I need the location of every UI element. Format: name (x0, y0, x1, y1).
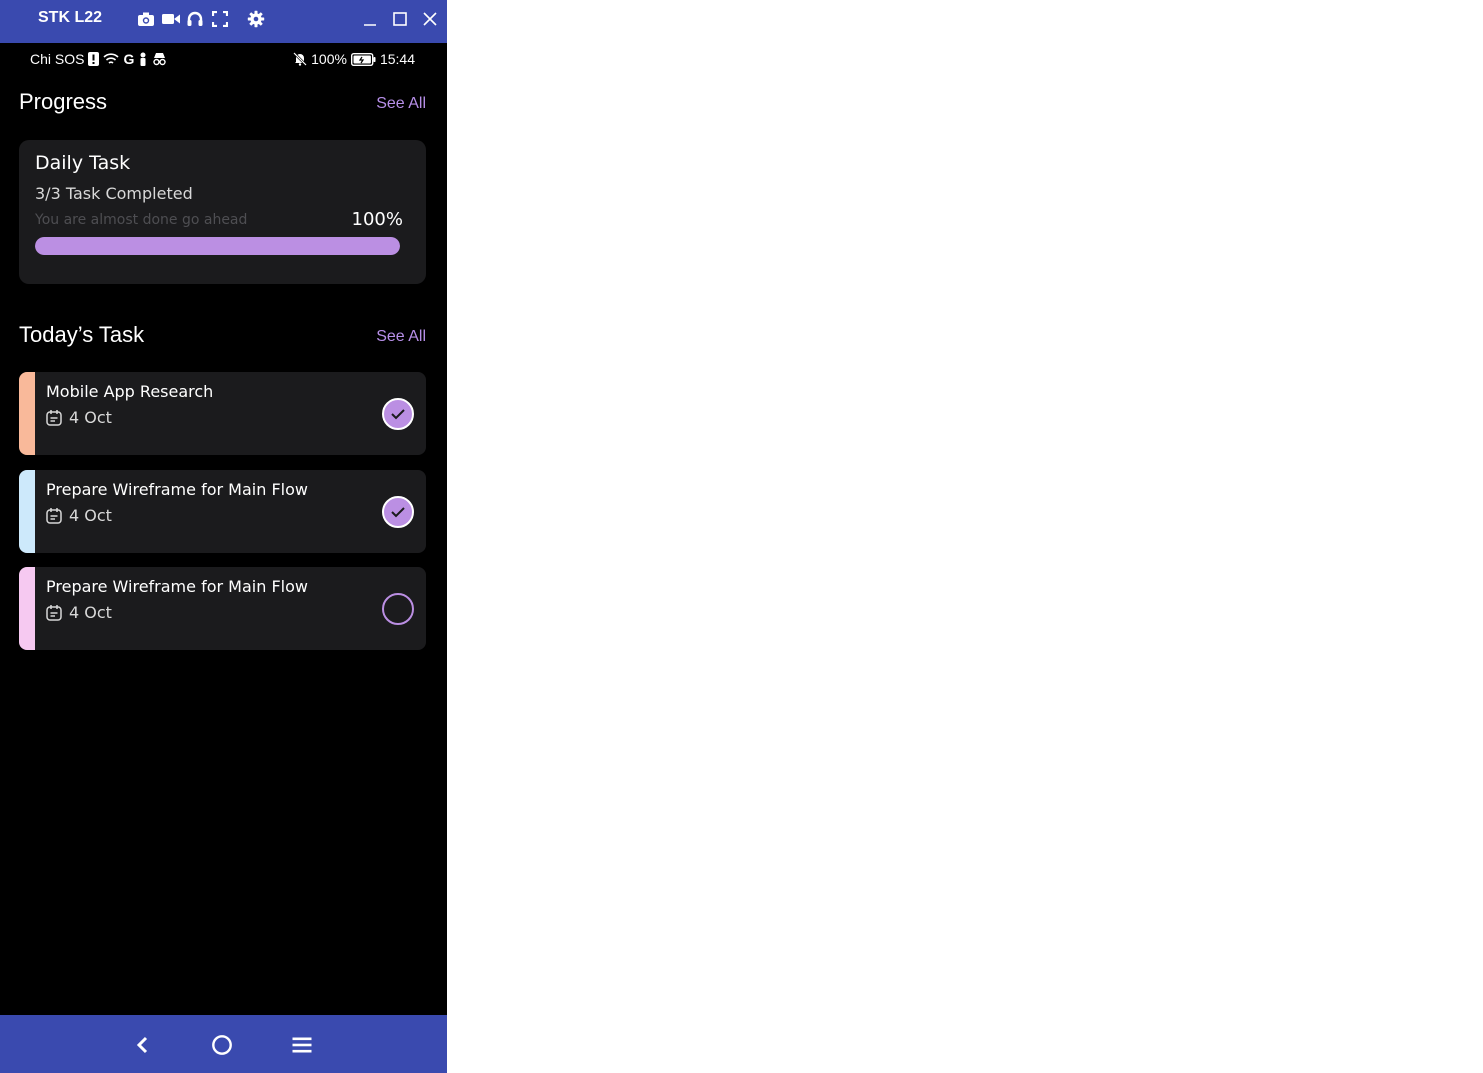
back-icon[interactable] (129, 1031, 157, 1059)
task-date-label: 4 Oct (69, 408, 112, 427)
task-card[interactable]: Mobile App Research 4 Oct (19, 372, 426, 455)
minimize-icon[interactable] (362, 10, 378, 28)
progress-percent-label: 100% (351, 209, 403, 230)
todays-task-heading: Today’s Task (19, 322, 145, 347)
android-nav-bar (0, 1015, 447, 1073)
emulator-titlebar: STK L22 (0, 0, 447, 43)
clock: 15:44 (379, 51, 415, 67)
carrier-label: Chi SOS (30, 51, 85, 67)
task-card[interactable]: Prepare Wireframe for Main Flow 4 Oct (19, 470, 426, 553)
phone-status-bar: Chi SOS G 100% 15:44 (0, 43, 447, 73)
battery-icon (350, 52, 376, 66)
gear-icon[interactable] (247, 10, 265, 28)
incognito-icon (152, 52, 167, 66)
headset-icon[interactable] (186, 10, 204, 28)
progress-card-subtitle: 3/3 Task Completed (35, 184, 193, 203)
calendar-icon (46, 605, 62, 621)
battery-percent: 100% (311, 51, 347, 67)
task-name: Prepare Wireframe for Main Flow (46, 577, 308, 596)
calendar-icon (46, 508, 62, 524)
progress-card-title: Daily Task (35, 152, 131, 174)
calendar-icon (46, 410, 62, 426)
task-complete-toggle[interactable] (382, 496, 414, 528)
close-icon[interactable] (422, 10, 438, 28)
task-date-label: 4 Oct (69, 506, 112, 525)
daily-task-progress-card[interactable]: Daily Task 3/3 Task Completed You are al… (19, 140, 426, 284)
task-card[interactable]: Prepare Wireframe for Main Flow 4 Oct (19, 567, 426, 650)
task-complete-toggle[interactable] (382, 593, 414, 625)
video-icon[interactable] (161, 10, 181, 28)
person-icon (138, 52, 148, 66)
progress-bar-fill (35, 237, 400, 255)
wifi-icon (103, 52, 120, 66)
window-title: STK L22 (38, 9, 103, 26)
task-name: Prepare Wireframe for Main Flow (46, 480, 308, 499)
task-color-stripe (19, 470, 35, 553)
camera-icon[interactable] (137, 10, 155, 28)
app-screen: Progress See All Daily Task 3/3 Task Com… (0, 73, 447, 1015)
task-name: Mobile App Research (46, 382, 214, 401)
task-complete-toggle[interactable] (382, 398, 414, 430)
progress-bar (35, 237, 400, 255)
mute-icon (293, 52, 307, 66)
task-color-stripe (19, 372, 35, 455)
checkmark-icon (391, 409, 405, 420)
task-color-stripe (19, 567, 35, 650)
progress-heading: Progress (19, 89, 108, 114)
task-date-label: 4 Oct (69, 603, 112, 622)
home-icon[interactable] (208, 1031, 236, 1059)
google-icon: G (123, 51, 135, 67)
menu-icon[interactable] (288, 1031, 316, 1059)
task-date: 4 Oct (46, 603, 112, 622)
fullscreen-icon[interactable] (212, 10, 228, 28)
emulator-window: STK L22 Chi SOS G 100% 15:44 Progress Se… (0, 0, 447, 1073)
checkmark-icon (391, 507, 405, 518)
alert-icon (88, 52, 100, 66)
task-date: 4 Oct (46, 506, 112, 525)
progress-card-hint: You are almost done go ahead (35, 212, 248, 228)
tasks-see-all-link[interactable]: See All (376, 328, 426, 346)
maximize-icon[interactable] (392, 10, 408, 28)
progress-see-all-link[interactable]: See All (376, 95, 426, 113)
task-date: 4 Oct (46, 408, 112, 427)
